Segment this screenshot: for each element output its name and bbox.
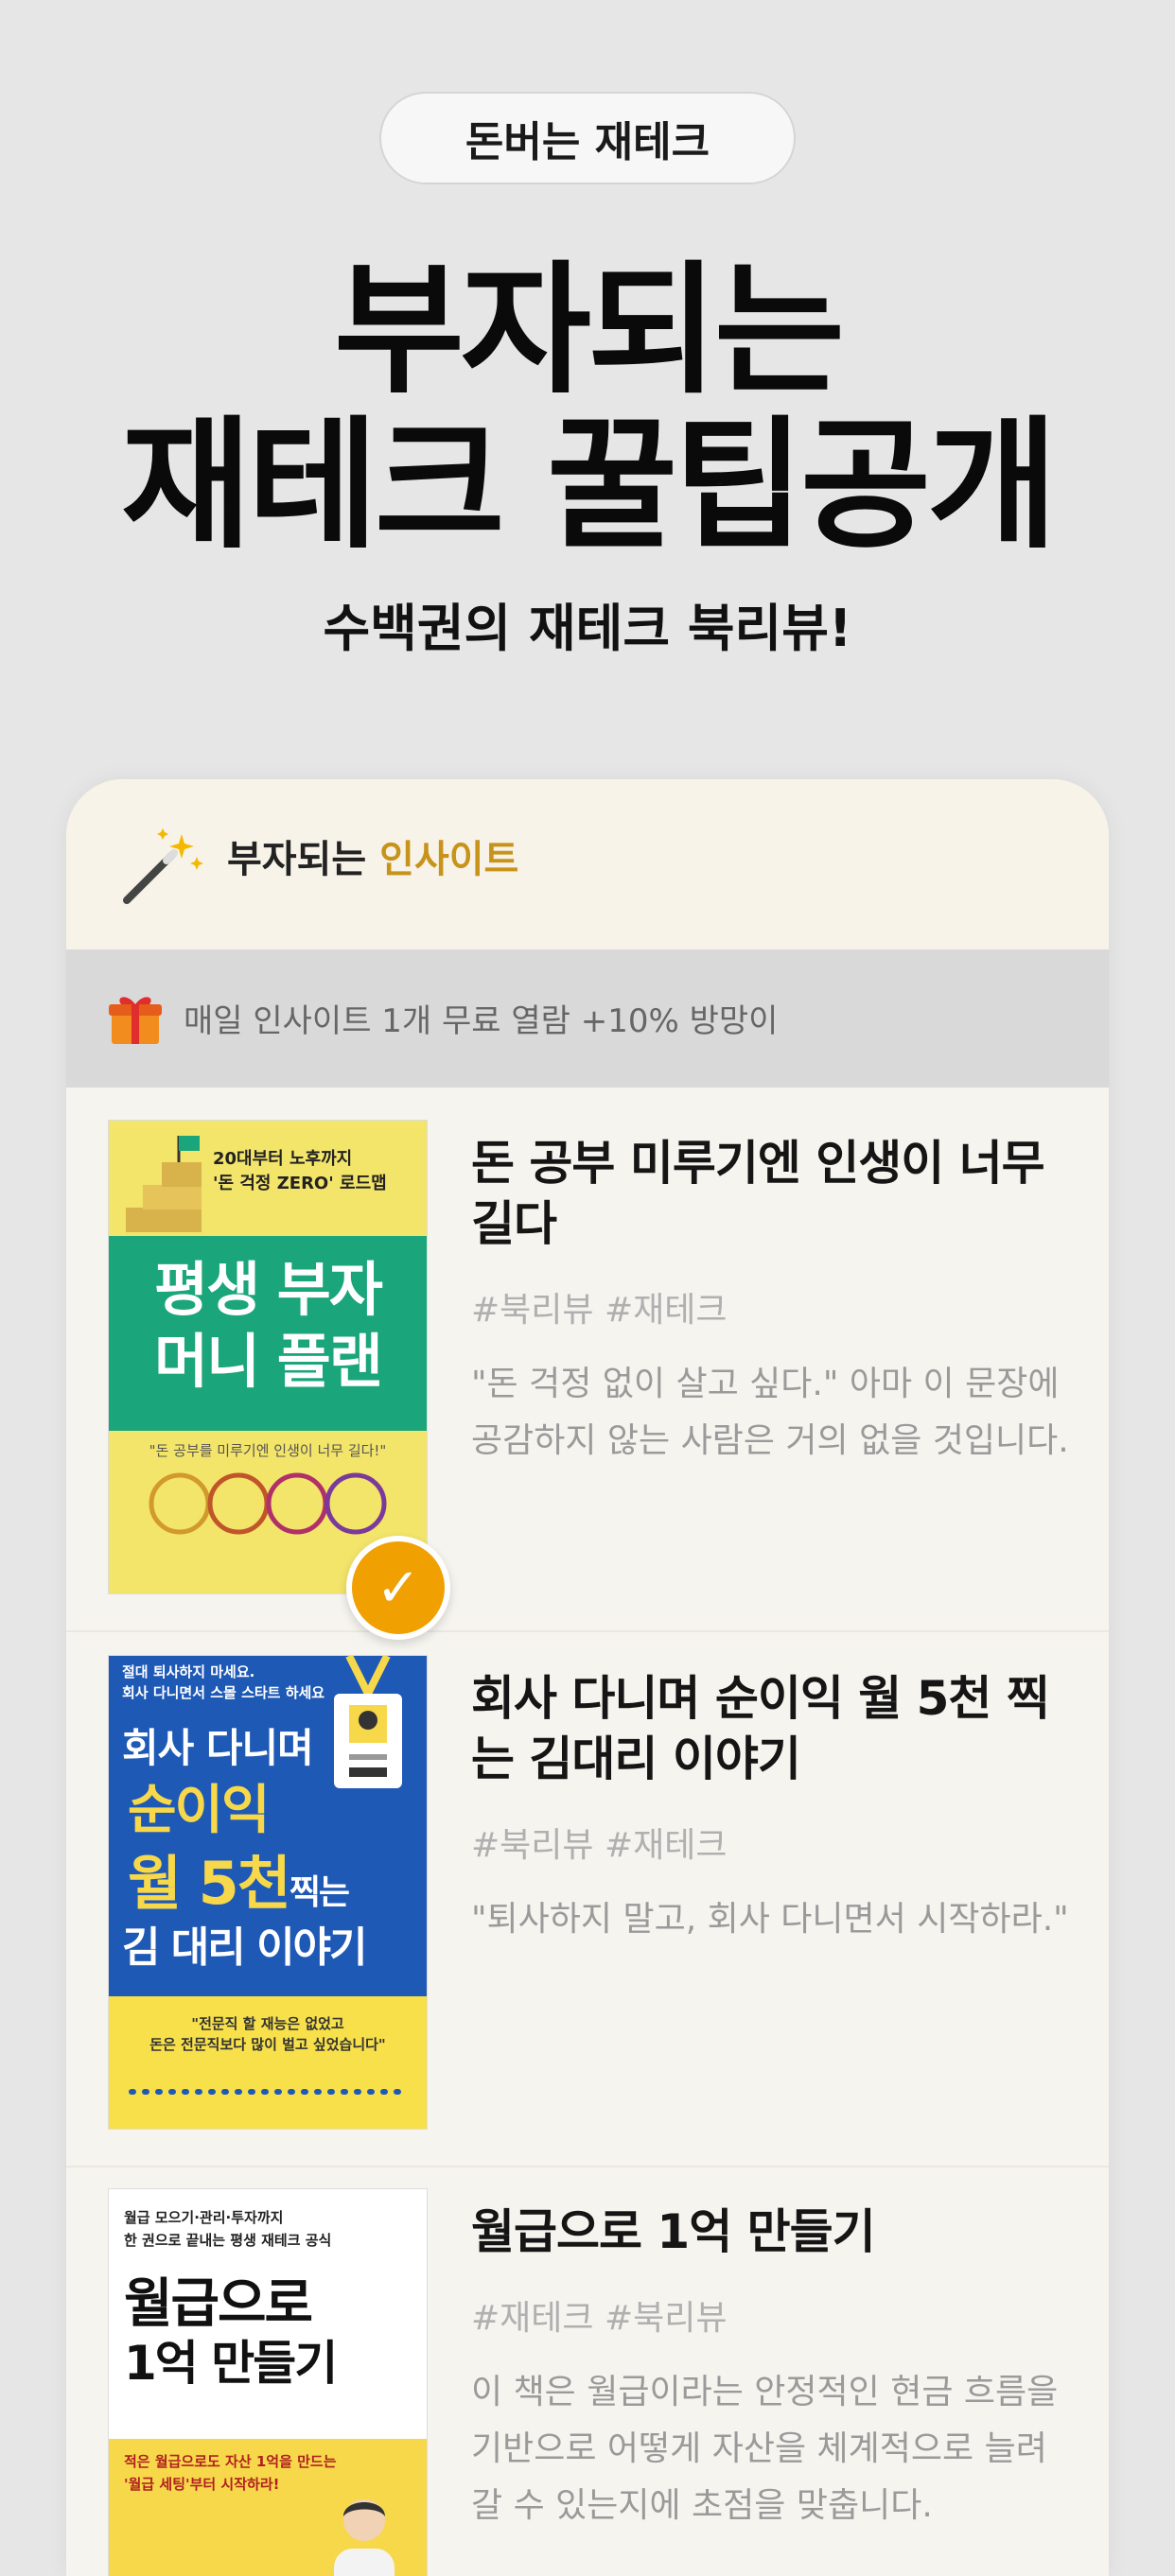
insight-card: 부자되는 인사이트 매일 인사이트 1개 무료 열람 +10% 방망이 20대부… (66, 779, 1109, 2576)
cover-title-line-3-main: 월 5천 (128, 1849, 291, 1918)
book-tags: #북리뷰 #재테크 (471, 1291, 728, 1330)
book-description: 이 책은 월급이라는 안정적인 현금 흐름을 기반으로 어떻게 자산을 체계적으… (471, 2373, 1059, 2525)
page-subtitle: 수백권의 재테크 북리뷰! (323, 599, 852, 658)
card-title-prefix: 부자되는 (227, 838, 380, 881)
cover-title-line-2: 1억 만들기 (124, 2336, 338, 2391)
book-title: 회사 다니며 순이익 월 5천 찍는 김대리 이야기 (471, 1671, 1050, 1786)
cover-tagline: 20대부터 노후까지 '돈 걱정 ZERO' 로드맵 (213, 1149, 387, 1193)
card-title: 부자되는 인사이트 (227, 828, 518, 883)
book-description: "퇴사하지 말고, 회사 다니면서 시작하라." (471, 1900, 1069, 1939)
book-item[interactable]: 20대부터 노후까지 '돈 걱정 ZERO' 로드맵 평생 부자 머니 플랜 "… (66, 1120, 1109, 1640)
book-item[interactable]: 월급 모으기·관리·투자까지 한 권으로 끝내는 평생 재테크 공식 월급으로 … (66, 2188, 1109, 2576)
book-info: 돈 공부 미루기엔 인생이 너무 길다 #북리뷰 #재테크 "돈 걱정 없이 살… (471, 1133, 1077, 1470)
gift-icon (109, 997, 162, 1044)
book-cover: 절대 퇴사하지 마세요. 회사 다니면서 스몰 스타트 하세요 회사 다니며 순… (108, 1655, 428, 2130)
category-pill[interactable]: 돈버는 재테크 (379, 92, 796, 184)
book-tags: #북리뷰 #재테크 (471, 1826, 728, 1865)
author-portrait-icon (334, 2499, 395, 2576)
cover-title-line-1: 회사 다니며 (122, 1725, 314, 1771)
book-cover: 월급 모으기·관리·투자까지 한 권으로 끝내는 평생 재테크 공식 월급으로 … (108, 2188, 428, 2576)
circle-diagram-icon (149, 1472, 387, 1535)
headline-line-1: 부자되는 (333, 249, 845, 413)
banner-text: 매일 인사이트 1개 무료 열람 +10% 방망이 (184, 1002, 779, 1040)
cover-title-line-3: 월 5천찍는 (128, 1836, 350, 1921)
magic-wand-icon (123, 828, 203, 904)
book-item[interactable]: 절대 퇴사하지 마세요. 회사 다니면서 스몰 스타트 하세요 회사 다니며 순… (66, 1655, 1109, 2167)
cover-title-line-3-suffix: 찍는 (289, 1873, 350, 1912)
cover-band-text: 적은 월급으로도 자산 1억을 만드는 '월급 세팅'부터 시작하라! (124, 2453, 337, 2493)
card-title-accent: 인사이트 (379, 838, 519, 881)
book-description: "돈 걱정 없이 살고 싶다." 아마 이 문장에 공감하지 않는 사람은 거의… (471, 1365, 1069, 1460)
book-info: 회사 다니며 순이익 월 5천 찍는 김대리 이야기 #북리뷰 #재테크 "퇴사… (471, 1668, 1077, 1948)
cover-title-line-4: 김 대리 이야기 (122, 1923, 368, 1972)
read-check-badge: ✓ (346, 1536, 450, 1640)
id-badge-icon (334, 1656, 402, 1788)
book-tags: #재테크 #북리뷰 (471, 2299, 728, 2338)
dotted-line-icon (129, 2089, 407, 2095)
cover-tagline: 월급 모으기·관리·투자까지 한 권으로 끝내는 평생 재테크 공식 (124, 2209, 332, 2249)
card-header: 부자되는 인사이트 (66, 779, 1109, 949)
book-title: 월급으로 1억 만들기 (471, 2204, 876, 2259)
book-cover: 20대부터 노후까지 '돈 걱정 ZERO' 로드맵 평생 부자 머니 플랜 "… (108, 1120, 428, 1594)
category-pill-label: 돈버는 재테크 (465, 118, 710, 166)
cover-quote: "돈 공부를 미루기엔 인생이 너무 길다!" (149, 1442, 387, 1459)
book-title: 돈 공부 미루기엔 인생이 너무 길다 (471, 1136, 1045, 1251)
free-insight-banner[interactable]: 매일 인사이트 1개 무료 열람 +10% 방망이 (66, 949, 1109, 1088)
page-headline: 부자되는 재테크 꿀팁공개 (0, 253, 1175, 564)
check-icon: ✓ (376, 1557, 421, 1619)
cover-quote: "전문직 할 재능은 없었고 돈은 전문직보다 많이 벌고 싶었습니다" (149, 2015, 386, 2053)
headline-line-2: 재테크 꿀팁공개 (120, 404, 1058, 568)
cover-title-line-2: 순이익 (128, 1780, 271, 1841)
cover-title-line-2: 머니 플랜 (154, 1327, 383, 1396)
stairs-flag-icon (126, 1136, 202, 1232)
book-info: 월급으로 1억 만들기 #재테크 #북리뷰 이 책은 월급이라는 안정적인 현금… (471, 2202, 1077, 2534)
